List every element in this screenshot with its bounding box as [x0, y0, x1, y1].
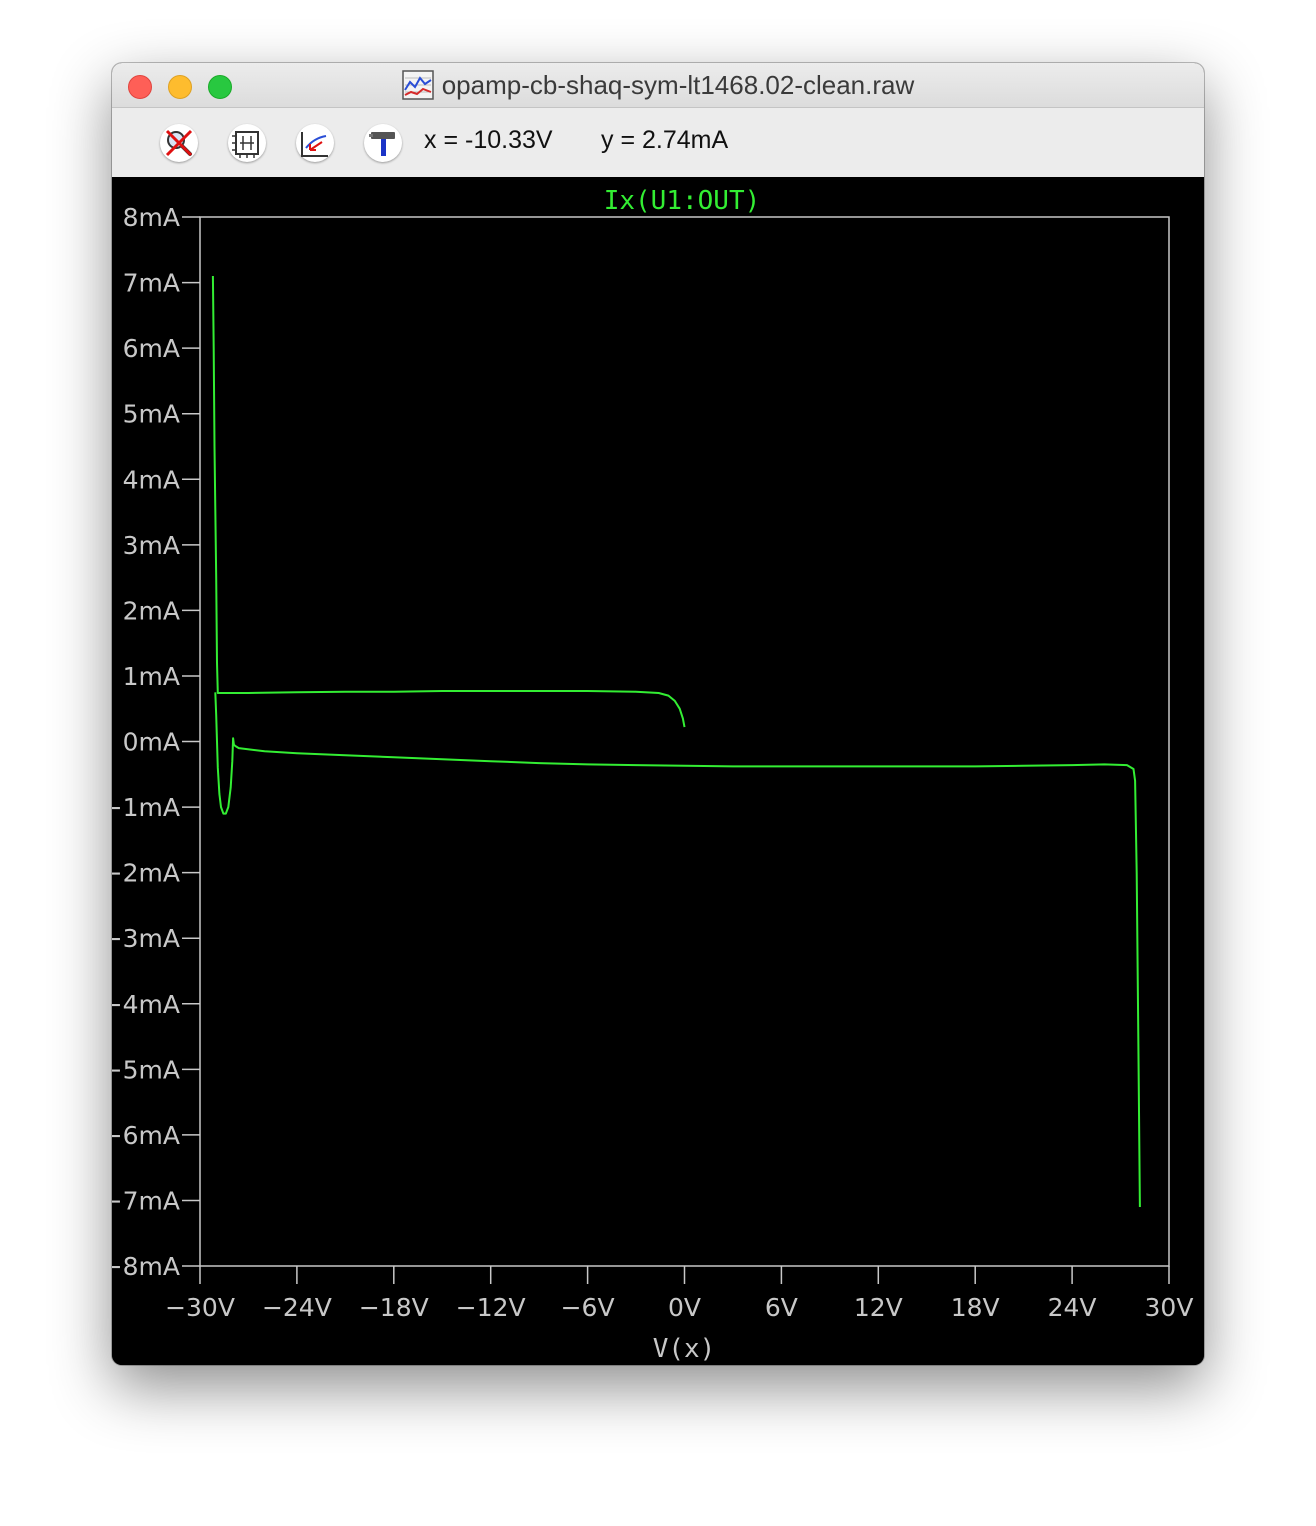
y-tick-label: 1mA [123, 662, 180, 691]
y-axis: 8mA 7mA 6mA 5mA 4mA 3mA 2mA 1mA 0mA −1mA −2mA −3mA −… [112, 203, 200, 1281]
y-tick-label: 7mA [123, 269, 180, 298]
x-axis: −30V −24V −18V −12V −6V 0V 6V 12V 18V 24V 30V [165, 1266, 1193, 1322]
hammer-icon [369, 132, 395, 156]
trace-ix-u1-out-upper[interactable] [211, 275, 686, 728]
window-title: opamp-cb-shaq-sym-lt1468.02-clean.raw [441, 69, 915, 100]
plot-window: opamp-cb-shaq-sym-lt1468.02-clean.raw x … [112, 63, 1204, 1365]
x-tick-label: 12V [854, 1293, 903, 1322]
y-tick-label: −4mA [112, 990, 180, 1019]
y-tick-label: 0mA [123, 728, 180, 757]
zoom-cancel-icon [165, 129, 193, 157]
y-tick-label: −3mA [112, 924, 180, 953]
y-tick-label: −5mA [112, 1055, 180, 1084]
x-tick-label: −6V [561, 1293, 615, 1322]
zoom-cancel-button[interactable] [160, 124, 198, 162]
plot-frame [199, 216, 1170, 1267]
zoom-back-button[interactable] [296, 124, 334, 162]
y-tick-label: −6mA [112, 1121, 180, 1150]
x-tick-label: −24V [262, 1293, 332, 1322]
x-tick-label: 24V [1048, 1293, 1097, 1322]
y-tick-label: −7mA [112, 1186, 180, 1215]
plot-area[interactable]: Ix(U1:OUT) 8mA 7mA 6mA 5mA 4mA 3mA 2mA 1mA 0mA −1… [112, 177, 1204, 1365]
y-tick-label: 8mA [123, 203, 180, 232]
x-tick-label: 30V [1145, 1293, 1194, 1322]
y-tick-label: 5mA [123, 400, 180, 429]
series-group [211, 275, 1141, 1208]
x-tick-label: −30V [165, 1293, 235, 1322]
x-tick-label: −18V [359, 1293, 429, 1322]
x-tick-label: 18V [951, 1293, 1000, 1322]
waveform-file-icon [401, 70, 434, 100]
y-tick-label: 3mA [123, 531, 180, 560]
y-tick-label: −1mA [112, 793, 180, 822]
trace-title[interactable]: Ix(U1:OUT) [604, 186, 761, 216]
tools-button[interactable] [364, 124, 402, 162]
x-tick-label: 0V [668, 1293, 701, 1322]
y-tick-label: 2mA [123, 596, 180, 625]
y-tick-label: −8mA [112, 1252, 180, 1281]
autoscale-icon [232, 131, 259, 158]
cursor-y-readout: y = 2.74mA [601, 126, 729, 154]
trace-ix-u1-out-lower[interactable] [214, 692, 1141, 1208]
window-title-area: opamp-cb-shaq-sym-lt1468.02-clean.raw [112, 63, 1204, 107]
x-axis-title: V(x) [653, 1334, 716, 1364]
y-tick-label: 4mA [123, 465, 180, 494]
y-tick-label: −2mA [112, 859, 180, 888]
x-tick-label: 6V [765, 1293, 798, 1322]
y-tick-label: 6mA [123, 334, 180, 363]
cursor-x-readout: x = -10.33V [424, 126, 553, 154]
x-tick-label: −12V [456, 1293, 526, 1322]
toolbar: x = -10.33V y = 2.74mA [112, 108, 1204, 178]
autoscale-button[interactable] [228, 124, 266, 162]
title-bar[interactable]: opamp-cb-shaq-sym-lt1468.02-clean.raw [112, 63, 1204, 108]
waveform-plot[interactable]: Ix(U1:OUT) 8mA 7mA 6mA 5mA 4mA 3mA 2mA 1mA 0mA −1… [112, 177, 1204, 1365]
zoom-back-icon [301, 132, 328, 157]
